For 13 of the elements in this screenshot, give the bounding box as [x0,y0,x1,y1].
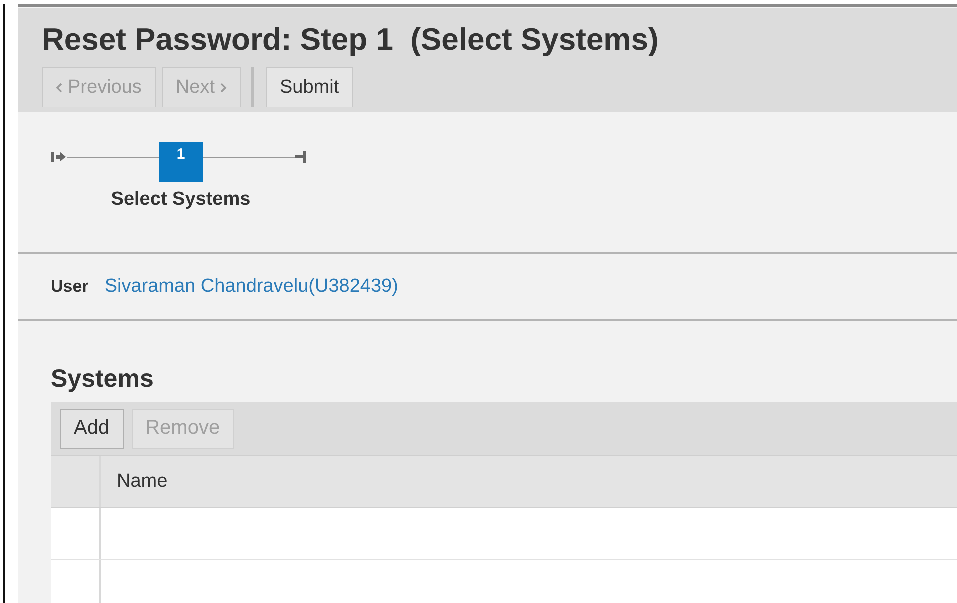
step-number[interactable]: 1 [159,142,203,182]
page-title: Reset Password: Step 1 (Select Systems) [42,22,660,58]
chevron-right-icon [220,82,227,92]
start-icon [51,151,67,163]
submit-button[interactable]: Submit [266,67,354,107]
add-button[interactable]: Add [60,408,124,448]
section-title: Systems [51,365,155,394]
user-label: User [51,276,89,296]
end-icon [295,151,307,163]
column-header: Name [116,470,169,494]
step-label: Select Systems [111,189,251,211]
chevron-left-icon [56,82,63,92]
user-link[interactable]: Sivaraman Chandravelu(U382439) [104,276,398,298]
